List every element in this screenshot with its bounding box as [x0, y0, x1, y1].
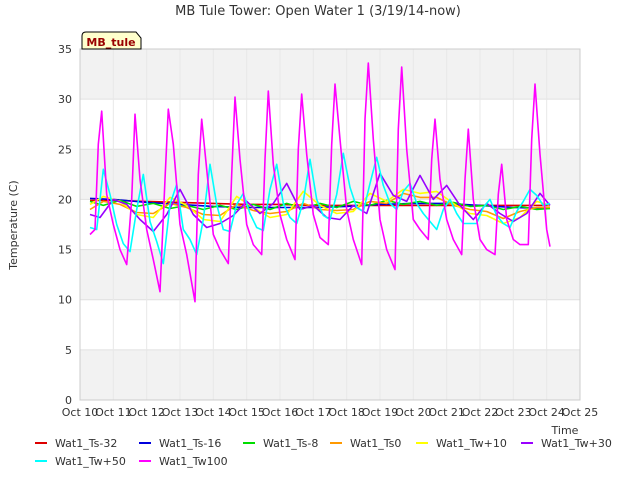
- legend-label: Wat1_Tw+10: [436, 437, 507, 450]
- x-tick-label: Oct 11: [95, 406, 132, 419]
- x-tick-label: Oct 12: [128, 406, 165, 419]
- x-tick-label: Oct 23: [495, 406, 532, 419]
- legend-item: Wat1_Tw+30: [521, 437, 612, 450]
- x-axis-ticks: Oct 10Oct 11Oct 12Oct 13Oct 14Oct 15Oct …: [62, 406, 599, 419]
- y-tick-label: 30: [58, 93, 72, 106]
- y-tick-label: 15: [58, 244, 72, 257]
- site-label-text: MB_tule: [86, 36, 135, 49]
- legend: Wat1_Ts-32 Wat1_Ts-16 Wat1_Ts-8 Wat1_Ts0 Wat…: [35, 437, 612, 468]
- y-tick-label: 5: [65, 344, 72, 357]
- chart-canvas: 05101520253035 Oct 10Oct 11Oct 12Oct 13O…: [7, 4, 612, 468]
- x-tick-label: Oct 25: [562, 406, 599, 419]
- legend-label: Wat1_Ts-16: [159, 437, 221, 450]
- x-tick-label: Oct 10: [62, 406, 99, 419]
- legend-item: Wat1_Ts0: [330, 437, 401, 450]
- y-tick-label: 10: [58, 294, 72, 307]
- grid-band: [80, 49, 580, 100]
- chart-title: MB Tule Tower: Open Water 1 (3/19/14-now…: [175, 4, 461, 19]
- legend-item: Wat1_Ts-8: [243, 437, 318, 450]
- legend-label: Wat1_Ts-32: [55, 437, 117, 450]
- x-tick-label: Oct 18: [328, 406, 365, 419]
- legend-item: Wat1_Ts-32: [35, 437, 117, 450]
- x-tick-label: Oct 14: [195, 406, 232, 419]
- x-tick-label: Oct 17: [295, 406, 332, 419]
- x-tick-label: Oct 13: [162, 406, 199, 419]
- legend-item: Wat1_Tw+10: [416, 437, 507, 450]
- y-tick-label: 35: [58, 43, 72, 56]
- legend-item: Wat1_Ts-16: [139, 437, 221, 450]
- legend-item: Wat1_Tw100: [139, 455, 228, 468]
- x-tick-label: Oct 20: [395, 406, 432, 419]
- legend-label: Wat1_Tw100: [159, 455, 228, 468]
- y-axis-ticks: 05101520253035: [58, 43, 72, 407]
- x-tick-label: Oct 22: [462, 406, 499, 419]
- site-label-badge: MB_tule: [81, 31, 142, 50]
- x-axis-label: Time: [551, 424, 579, 437]
- legend-label: Wat1_Tw+30: [541, 437, 612, 450]
- legend-label: Wat1_Ts-8: [263, 437, 318, 450]
- x-tick-label: Oct 19: [362, 406, 399, 419]
- grid-band: [80, 99, 580, 150]
- y-tick-label: 20: [58, 193, 72, 206]
- x-tick-label: Oct 16: [262, 406, 299, 419]
- grid-band: [80, 349, 580, 400]
- y-axis-label: Temperature (C): [7, 180, 20, 270]
- y-tick-label: 25: [58, 143, 72, 156]
- legend-label: Wat1_Tw+50: [55, 455, 126, 468]
- grid-band: [80, 249, 580, 300]
- legend-label: Wat1_Ts0: [350, 437, 401, 450]
- legend-item: Wat1_Tw+50: [35, 455, 126, 468]
- x-tick-label: Oct 15: [228, 406, 265, 419]
- x-tick-label: Oct 21: [428, 406, 465, 419]
- x-tick-label: Oct 24: [528, 406, 565, 419]
- grid-band: [80, 299, 580, 350]
